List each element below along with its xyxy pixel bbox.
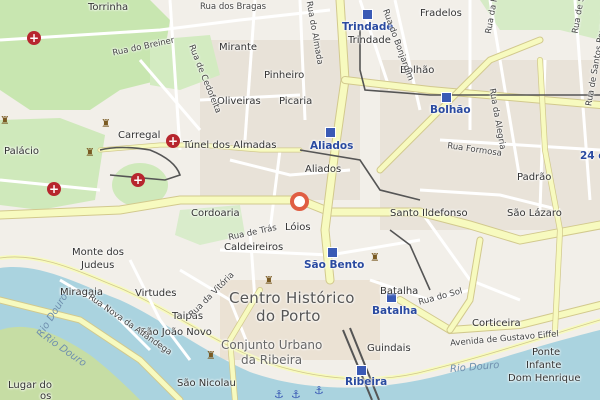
place-label-batalha: Batalha bbox=[380, 286, 419, 297]
place-label-carregal: Carregal bbox=[118, 130, 161, 141]
metro-label-ribeira[interactable]: Ribeira bbox=[345, 376, 387, 388]
metro-station-icon[interactable] bbox=[325, 127, 336, 138]
place-label-sao-lazaro: São Lázaro bbox=[507, 208, 562, 219]
metro-label-batalha[interactable]: Batalha bbox=[372, 305, 417, 317]
place-label-picaria: Picaria bbox=[279, 96, 313, 107]
place-label-lugar-do-2: os bbox=[40, 391, 52, 400]
map-view[interactable]: ⚓ ⚓ ⚓ + + + + ♜ ♜ ♜ ♜ ♜ ♜ Torrinha Frade… bbox=[0, 0, 600, 400]
anchor-icon: ⚓ bbox=[274, 388, 284, 400]
hospital-icon[interactable]: + bbox=[166, 134, 180, 148]
place-label-fradelos: Fradelos bbox=[420, 8, 462, 19]
place-label-guindais: Guindais bbox=[367, 343, 411, 354]
metro-label-bolhao[interactable]: Bolhão bbox=[430, 104, 471, 116]
place-label-lugar-do: Lugar do bbox=[8, 380, 52, 391]
metro-label-aliados[interactable]: Aliados bbox=[310, 140, 353, 152]
place-label-tunel-dos-almadas: Túnel dos Almadas bbox=[183, 140, 277, 151]
location-pin-icon[interactable] bbox=[290, 192, 309, 211]
place-label-oliveiras: Oliveiras bbox=[217, 96, 261, 107]
place-label-pinheiro: Pinheiro bbox=[264, 70, 305, 81]
place-label-dom-henrique: Dom Henrique bbox=[508, 373, 581, 384]
district-label-do-porto: do Porto bbox=[256, 307, 321, 325]
place-label-palacio: Palácio bbox=[4, 146, 40, 157]
place-label-ponte: Ponte bbox=[532, 347, 561, 358]
hospital-icon[interactable]: + bbox=[131, 173, 145, 187]
place-label-sao-nicolau: São Nicolau bbox=[177, 378, 236, 389]
place-label-mirante: Mirante bbox=[219, 42, 258, 53]
hospital-icon[interactable]: + bbox=[27, 31, 41, 45]
district-label-da-ribeira: da Ribeira bbox=[241, 353, 303, 367]
place-label-padrao: Padrão bbox=[517, 172, 552, 183]
place-label-cordoaria: Cordoaria bbox=[191, 208, 240, 219]
hospital-icon[interactable]: + bbox=[47, 182, 61, 196]
place-label-santo-ildefonso: Santo Ildefonso bbox=[390, 208, 468, 219]
place-label-loios: Lóios bbox=[285, 222, 311, 233]
place-label-torrinha: Torrinha bbox=[88, 2, 129, 13]
place-label-caldeireiros: Caldeireiros bbox=[224, 242, 284, 253]
metro-label-sao-bento[interactable]: São Bento bbox=[304, 259, 364, 271]
metro-station-icon[interactable] bbox=[327, 247, 338, 258]
place-label-monte-dos-judeus-2: Judeus bbox=[81, 260, 115, 271]
place-label-trindade: Trindade bbox=[348, 35, 391, 46]
place-label-ponte-infante: Infante bbox=[526, 360, 562, 371]
monument-icon[interactable]: ♜ bbox=[85, 147, 97, 158]
street-label-rua-dos-bragas: Rua dos Bragas bbox=[200, 2, 267, 12]
monument-icon[interactable]: ♜ bbox=[0, 115, 12, 126]
anchor-icon: ⚓ bbox=[314, 384, 324, 397]
place-label-virtudes: Virtudes bbox=[135, 288, 177, 299]
metro-station-icon[interactable] bbox=[362, 9, 373, 20]
monument-icon[interactable]: ♜ bbox=[264, 275, 276, 286]
district-label-conjunto-urbano: Conjunto Urbano bbox=[221, 338, 323, 352]
jardim-palacio bbox=[0, 118, 105, 210]
place-label-monte-dos-judeus: Monte dos bbox=[72, 247, 125, 258]
anchor-icon: ⚓ bbox=[291, 388, 301, 400]
monument-icon[interactable]: ♜ bbox=[206, 350, 218, 361]
monument-icon[interactable]: ♜ bbox=[101, 118, 113, 129]
metro-label-24[interactable]: 24 c bbox=[580, 150, 600, 162]
place-label-corticeira: Corticeira bbox=[472, 318, 521, 329]
metro-station-icon[interactable] bbox=[356, 365, 367, 376]
monument-icon[interactable]: ♜ bbox=[370, 252, 382, 263]
place-label-aliados: Aliados bbox=[305, 164, 342, 175]
district-label-centro-historico: Centro Histórico bbox=[229, 289, 355, 307]
metro-station-icon[interactable] bbox=[441, 92, 452, 103]
